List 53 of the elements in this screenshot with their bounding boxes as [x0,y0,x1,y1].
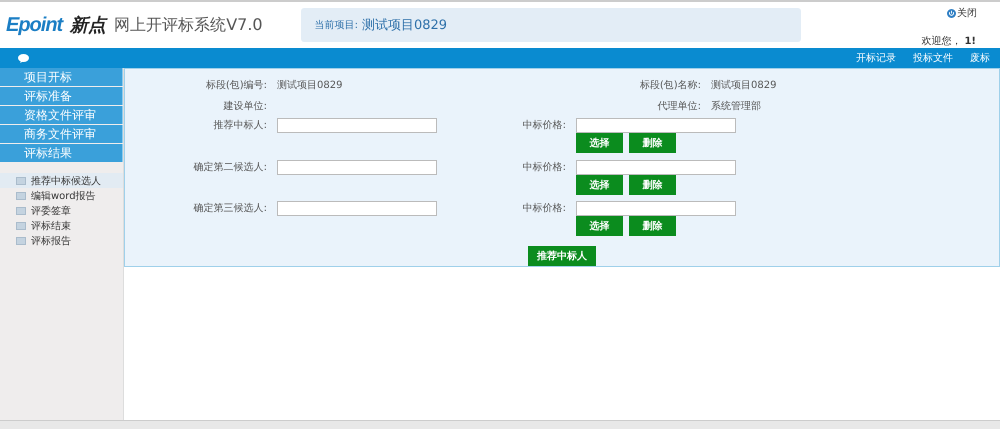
field-label: 推荐中标人: [212,118,267,133]
field-label: 标段(包)名称: [638,78,701,92]
nav-link[interactable]: 废标 [970,51,990,65]
current-project-label: 当前项目: [314,18,358,32]
input-field[interactable] [277,118,437,133]
menu-item[interactable]: 评标结束 [0,218,123,233]
system-title: 网上开评标系统V7.0 [114,14,263,36]
input-field[interactable] [576,160,736,175]
field-label: 建设单位: [222,100,267,114]
input-field[interactable] [277,201,437,216]
menu-section[interactable]: 商务文件评审 [0,125,123,143]
input-field[interactable] [576,118,736,133]
menu-section[interactable]: 项目开标 [0,68,123,86]
field-label: 中标价格: [522,160,566,175]
action-button[interactable]: 删除 [629,174,676,195]
menu-item[interactable]: 推荐中标候选人 [0,173,123,188]
input-field[interactable] [576,201,736,216]
action-button[interactable]: 选择 [576,216,623,236]
chat-icon[interactable] [18,54,29,62]
field-value: 测试项目0829 [711,78,778,92]
menu-item[interactable]: 评委签章 [0,203,123,218]
input-field[interactable] [277,160,437,175]
field-label: 标段(包)编号: [204,78,267,92]
logo-text: Epoint [6,14,62,36]
action-button[interactable]: 删除 [629,132,676,153]
nav-link[interactable]: 开标记录 [856,51,896,65]
menu-item-label: 评标结束 [31,220,71,232]
menu-section[interactable]: 资格文件评审 [0,106,123,124]
power-icon [947,8,956,18]
field-value: 系统管理部 [711,100,762,114]
nav-link[interactable]: 投标文件 [913,51,953,65]
field-label: 确定第三候选人: [192,202,267,216]
menu-item-label: 编辑word报告 [31,190,96,202]
menu-item[interactable]: 编辑word报告 [0,188,123,203]
action-button[interactable]: 删除 [629,216,676,236]
field-value: 测试项目0829 [277,78,344,92]
logo-name: 新点 [70,14,106,37]
menu-item-label: 评委签章 [31,204,71,218]
field-label: 中标价格: [522,202,566,216]
action-button[interactable]: 选择 [576,132,623,153]
action-button[interactable]: 选择 [576,174,623,195]
close-link[interactable]: 关闭 [947,6,977,20]
field-label: 确定第二候选人: [192,160,267,175]
current-project-name: 测试项目0829 [362,17,448,34]
menu-item-label: 评标报告 [31,234,71,248]
menu-section[interactable]: 评标准备 [0,87,123,105]
submit-button[interactable]: 推荐中标人 [528,246,596,266]
field-label: 代理单位: [656,100,701,114]
menu-item-label: 推荐中标候选人 [31,174,101,188]
menu-item[interactable]: 评标报告 [0,233,123,248]
field-label: 中标价格: [522,118,566,133]
welcome-text: 欢迎您， 1! [921,34,976,48]
menu-section[interactable]: 评标结果 [0,144,123,162]
